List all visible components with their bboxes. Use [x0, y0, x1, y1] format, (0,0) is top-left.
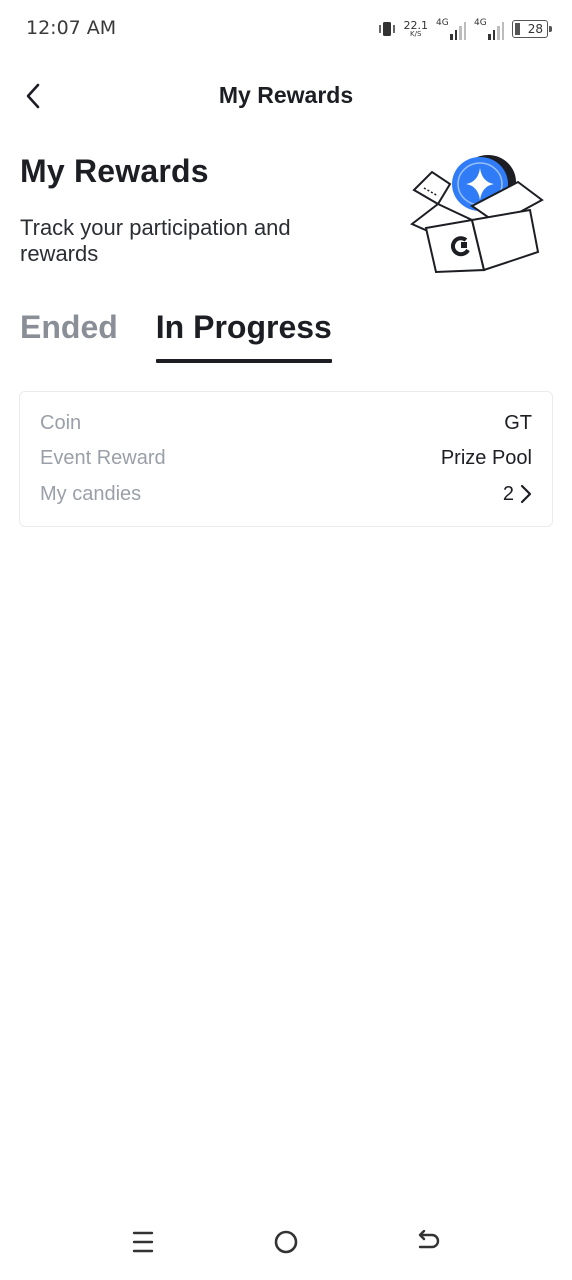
vibrate-icon: [378, 19, 396, 39]
nav-title: My Rewards: [218, 82, 354, 108]
coin-row: Coin GT: [40, 408, 532, 438]
system-back-button[interactable]: [409, 1222, 449, 1262]
status-bar: 12:07 AM 22.1 K/S 4G 4G 28: [0, 0, 572, 58]
rewards-tabs: Ended In Progress: [20, 305, 332, 367]
status-icons: 22.1 K/S 4G 4G 28: [378, 16, 552, 42]
tab-in-progress[interactable]: In Progress: [155, 305, 332, 363]
event-reward-value: Prize Pool: [440, 446, 532, 469]
system-nav-bar: [0, 1212, 572, 1272]
event-reward-row: Event Reward Prize Pool: [40, 443, 532, 473]
my-candies-value: 2: [502, 482, 514, 505]
event-reward-label: Event Reward: [40, 446, 166, 469]
gift-box-coin-illustration: [408, 148, 548, 278]
signal-icon: 4G: [474, 18, 504, 40]
my-candies-label: My candies: [40, 482, 142, 505]
page-subtitle: Track your participation and rewards: [20, 215, 291, 266]
top-nav: My Rewards: [0, 70, 572, 122]
menu-icon: [132, 1231, 154, 1253]
back-arrow-icon: [418, 1230, 440, 1249]
my-candies-row[interactable]: My candies 2: [40, 479, 532, 509]
tab-ended[interactable]: Ended: [20, 305, 118, 363]
status-time: 12:07 AM: [26, 17, 117, 39]
recent-apps-button[interactable]: [123, 1222, 163, 1262]
reward-card[interactable]: Coin GT Event Reward Prize Pool My candi…: [19, 391, 553, 527]
home-circle-icon: [274, 1230, 298, 1254]
coin-value: GT: [504, 411, 532, 434]
page-title: My Rewards: [20, 153, 209, 189]
battery-icon: 28: [512, 20, 552, 38]
signal-icon: 4G: [436, 18, 466, 40]
chevron-right-icon: [520, 484, 532, 504]
coin-label: Coin: [40, 411, 82, 434]
network-speed: 22.1 K/S: [403, 19, 429, 38]
my-candies-value-group: 2: [503, 483, 532, 506]
home-button[interactable]: [266, 1222, 306, 1262]
